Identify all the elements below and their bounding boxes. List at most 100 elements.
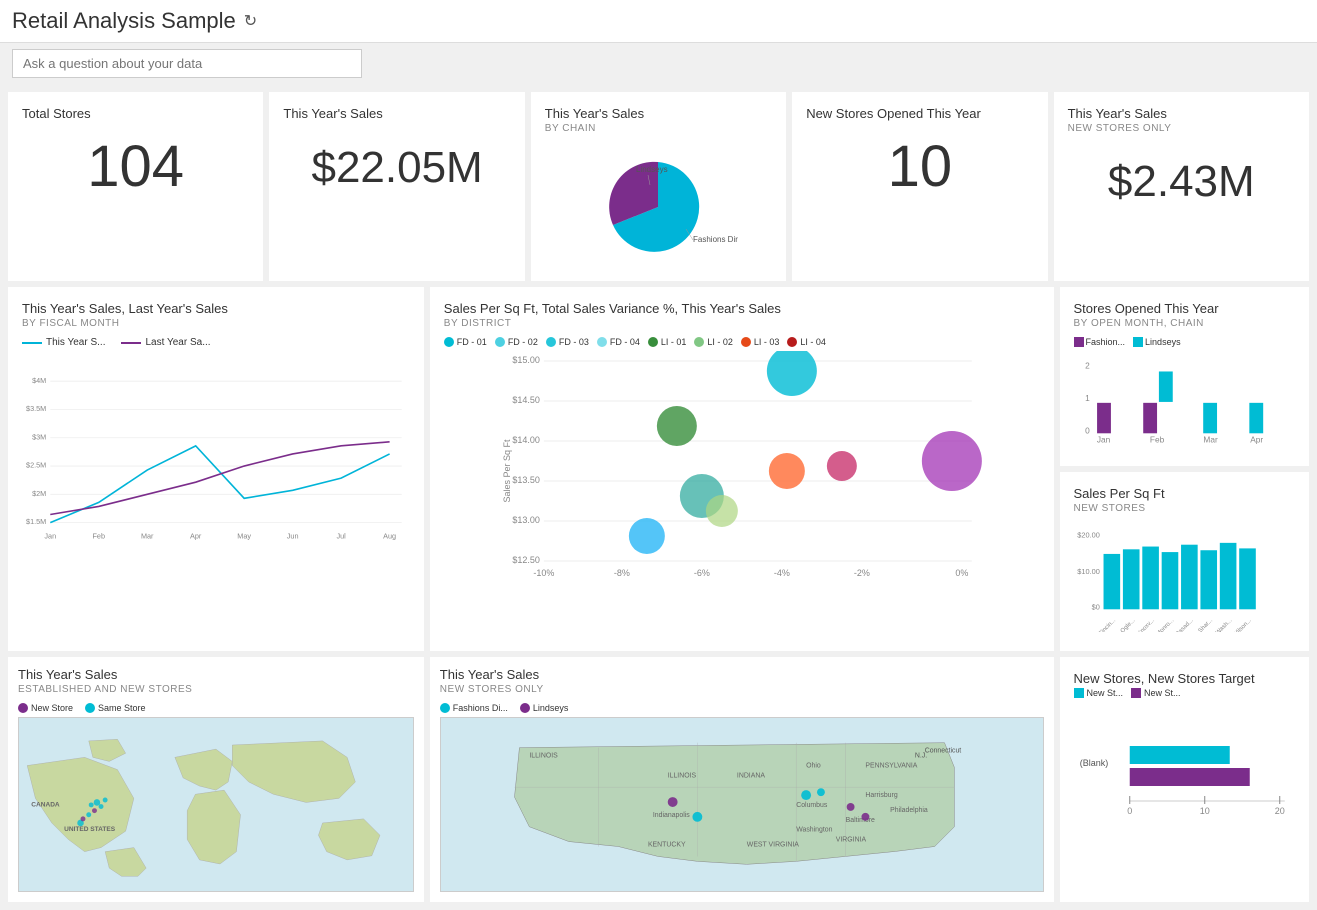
bubble-2 [922,431,982,491]
svg-text:WEST VIRGINIA: WEST VIRGINIA [747,842,799,849]
svg-text:-10%: -10% [533,568,554,578]
svg-text:INDIANA: INDIANA [737,772,765,779]
pie-chart-title: This Year's Sales [545,106,772,121]
search-bar [0,43,1317,84]
total-stores-value: 104 [22,123,249,200]
us-outline [514,743,954,865]
bubble-8 [827,451,857,481]
new-stores-card: New Stores Opened This Year 10 [792,92,1047,281]
svg-text:ILLINOIS: ILLINOIS [668,772,697,779]
svg-text:-2%: -2% [854,568,870,578]
line-chart-card: This Year's Sales, Last Year's Sales BY … [8,287,424,651]
store-dot-2 [99,804,104,809]
bubble-3 [657,406,697,446]
sqft-bar-6 [1200,550,1217,609]
line-chart-title: This Year's Sales, Last Year's Sales [22,301,410,316]
bubble-4 [769,453,805,489]
total-stores-title: Total Stores [22,106,249,121]
sales-sqft-svg: $20.00 $10.00 $0 Cincin... Ft.Ogle... Kn [1074,522,1295,632]
svg-text:Mar: Mar [141,532,154,541]
scatter-chart-card: Sales Per Sq Ft, Total Sales Variance %,… [430,287,1054,651]
store-dot-3 [89,802,94,807]
svg-text:$12.50: $12.50 [512,555,540,565]
new-stores-title: New Stores Opened This Year [806,106,1033,121]
svg-text:Shar...: Shar... [1197,618,1214,632]
new-stores-target-legend: New St... New St... [1074,688,1295,698]
sales-sqft-card: Sales Per Sq Ft NEW STORES $20.00 $10.00… [1060,472,1309,651]
svg-text:$14.50: $14.50 [512,395,540,405]
row-3: This Year's Sales ESTABLISHED AND NEW ST… [8,657,1309,902]
legend-new-st2: New St... [1131,688,1181,698]
legend-fd01: FD - 01 [444,337,487,347]
legend-fd02: FD - 02 [495,337,538,347]
svg-text:Jan: Jan [44,532,56,541]
svg-text:$20.00: $20.00 [1077,530,1100,539]
stores-opened-subtitle: BY OPEN MONTH, CHAIN [1074,318,1295,329]
svg-text:Columbus: Columbus [796,802,828,809]
store-dot-4 [92,808,97,813]
store-dot-1 [94,799,101,806]
sqft-bar-5 [1181,545,1198,610]
svg-text:$3.5M: $3.5M [26,404,46,413]
svg-text:Cincin...: Cincin... [1097,618,1117,632]
svg-text:0: 0 [1127,806,1132,816]
sqft-bar-7 [1219,543,1236,609]
svg-text:PENNSYLVANIA: PENNSYLVANIA [865,762,917,769]
svg-text:-8%: -8% [614,568,630,578]
legend-last-year: Last Year Sa... [121,337,210,348]
svg-text:$15.00: $15.00 [512,355,540,365]
svg-text:May: May [237,532,251,541]
svg-text:2: 2 [1085,361,1090,371]
legend-li03: LI - 03 [741,337,780,347]
svg-text:(Blank): (Blank) [1079,758,1108,768]
app-header: Retail Analysis Sample ↻ [0,0,1317,43]
app-title: Retail Analysis Sample [12,8,236,34]
svg-text:$2M: $2M [32,489,46,498]
svg-text:Aug: Aug [383,532,396,541]
this-year-sales-value: $22.05M [283,123,510,193]
total-stores-card: Total Stores 104 [8,92,263,281]
svg-text:Ohio: Ohio [806,762,821,769]
us-dot-5 [861,813,869,821]
bar-apr-cyan [1249,403,1263,433]
world-map-card: This Year's Sales ESTABLISHED AND NEW ST… [8,657,424,902]
right-column-row2: Stores Opened This Year BY OPEN MONTH, C… [1060,287,1309,651]
new-stores-target-svg: (Blank) 0 10 20 [1074,706,1295,856]
new-stores-value: 10 [806,123,1033,200]
target-bar-purple [1129,768,1249,786]
svg-text:Jan: Jan [1096,435,1110,445]
greenland [89,739,126,761]
svg-text:$2.5M: $2.5M [26,461,46,470]
svg-text:Jul: Jul [336,532,346,541]
pie-chart-svg: Lindseys Fashions Direct [578,147,738,267]
stores-opened-legend: Fashion... Lindseys [1074,337,1295,347]
legend-fd03: FD - 03 [546,337,589,347]
us-map-svg: ILLINOIS INDIANA Ohio PENNSYLVANIA India… [441,718,1043,891]
world-map-legend: New Store Same Store [18,703,414,713]
bar-jan-purple [1097,403,1111,433]
pie-label-fd: Fashions Direct [693,235,738,244]
bar-mar-cyan [1203,403,1217,433]
svg-text:$3M: $3M [32,432,46,441]
bar-feb-cyan [1158,371,1172,401]
new-stores-sales-subtitle: NEW STORES ONLY [1068,123,1295,134]
line-chart-subtitle: BY FISCAL MONTH [22,318,410,329]
bubble-1 [767,351,817,396]
legend-same-store: Same Store [85,703,146,713]
asia [232,741,355,803]
svg-text:Wash...: Wash... [1215,618,1234,632]
refresh-icon[interactable]: ↻ [244,11,257,31]
svg-text:$1.5M: $1.5M [26,517,46,526]
sqft-bar-8 [1239,548,1256,609]
search-input[interactable] [12,49,362,78]
svg-text:Apr: Apr [190,532,202,541]
svg-text:0%: 0% [955,568,968,578]
stores-opened-title: Stores Opened This Year [1074,301,1295,316]
svg-text:Apr: Apr [1250,435,1263,445]
pie-container: Lindseys Fashions Direct [545,142,772,267]
sales-sqft-title: Sales Per Sq Ft [1074,486,1295,501]
legend-this-year: This Year S... [22,337,105,348]
this-year-sales-title: This Year's Sales [283,106,510,121]
us-map-card: This Year's Sales NEW STORES ONLY Fashio… [430,657,1054,902]
svg-text:Connecticut: Connecticut [925,748,962,755]
